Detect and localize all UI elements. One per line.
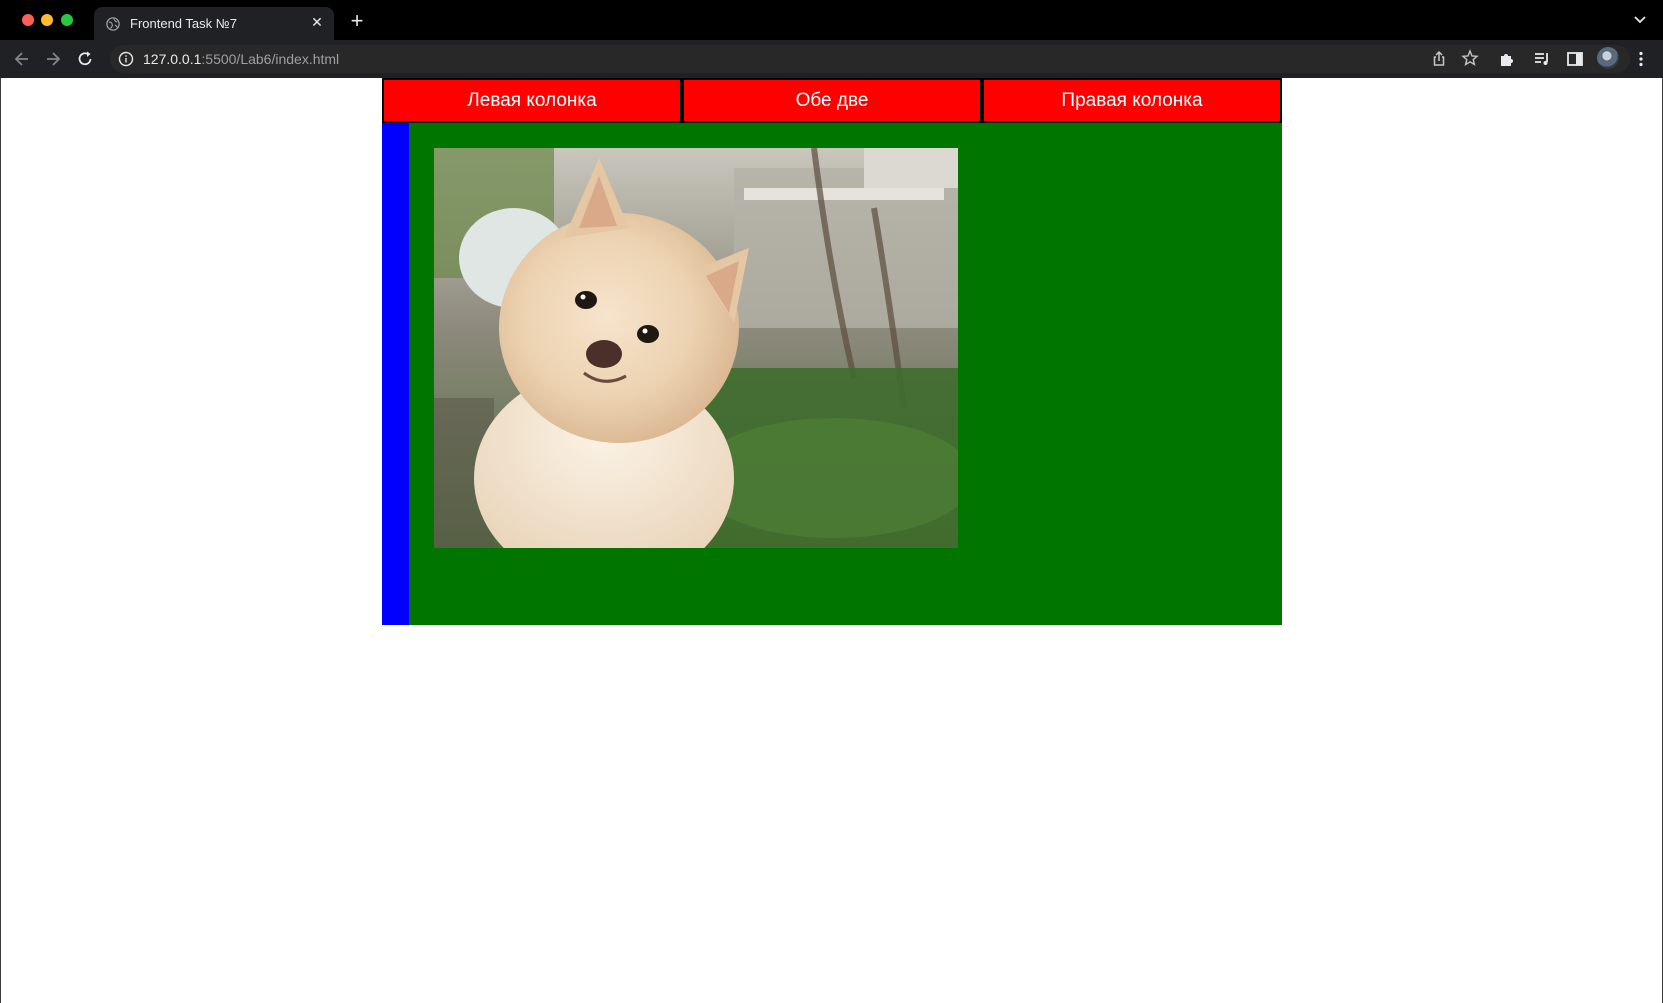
content-area — [382, 123, 1282, 625]
both-columns-button[interactable]: Обе две — [682, 78, 982, 123]
close-icon[interactable]: ✕ — [310, 15, 324, 29]
pomeranian-image — [434, 148, 958, 548]
reload-icon[interactable] — [75, 49, 95, 69]
address-bar[interactable]: 127.0.0.1:5500/Lab6/index.html — [110, 45, 1630, 73]
forward-icon[interactable] — [43, 49, 63, 69]
tab-strip: Frontend Task №7 ✕ + — [0, 0, 1663, 41]
kebab-menu-icon[interactable] — [1631, 49, 1651, 69]
chevron-down-icon[interactable] — [1633, 13, 1647, 27]
right-column-button[interactable]: Правая колонка — [982, 78, 1282, 123]
tab-title: Frontend Task №7 — [130, 16, 237, 31]
browser-tab[interactable]: Frontend Task №7 ✕ — [94, 7, 334, 41]
page-layout: Левая колонка Обе две Правая колонка — [382, 78, 1282, 625]
avatar[interactable] — [1597, 47, 1619, 69]
sidepanel-icon[interactable] — [1565, 49, 1585, 69]
maximize-window-button[interactable] — [61, 14, 73, 26]
globe-icon — [106, 17, 120, 31]
close-window-button[interactable] — [22, 14, 34, 26]
dog-photo — [434, 148, 958, 548]
page-viewport: Левая колонка Обе две Правая колонка — [0, 78, 1663, 1003]
minimize-window-button[interactable] — [41, 14, 53, 26]
left-column-button[interactable]: Левая колонка — [382, 78, 682, 123]
url-text[interactable]: 127.0.0.1:5500/Lab6/index.html — [143, 51, 339, 67]
browser-window: Frontend Task №7 ✕ + 127.0.0.1:5500/Lab6… — [0, 0, 1663, 1003]
nav-bar: Левая колонка Обе две Правая колонка — [382, 78, 1282, 123]
browser-toolbar: 127.0.0.1:5500/Lab6/index.html — [0, 40, 1663, 78]
extensions-icon[interactable] — [1497, 49, 1517, 69]
media-icon[interactable] — [1532, 49, 1552, 69]
plus-icon[interactable]: + — [348, 10, 366, 32]
info-icon[interactable] — [118, 51, 134, 67]
share-icon[interactable] — [1430, 50, 1448, 68]
back-icon[interactable] — [12, 49, 32, 69]
url-host: 127.0.0.1 — [143, 51, 202, 67]
url-path: :5500/Lab6/index.html — [201, 51, 340, 67]
left-column — [382, 123, 409, 625]
star-icon[interactable] — [1461, 49, 1479, 67]
